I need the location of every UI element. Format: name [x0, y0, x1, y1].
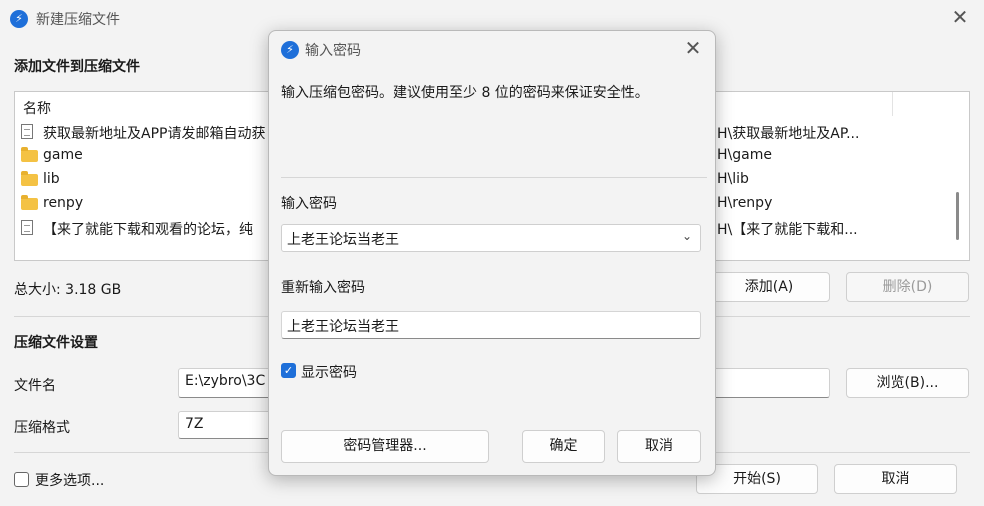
column-divider[interactable]	[892, 92, 893, 116]
password-dialog: ⚡ 输入密码 ✕ 输入压缩包密码。建议使用至少 8 位的密码来保证安全性。 输入…	[268, 30, 716, 476]
main-window-title: 新建压缩文件	[36, 12, 120, 28]
add-files-section-title: 添加文件到压缩文件	[14, 59, 140, 75]
list-item-path: H\lib	[717, 171, 749, 187]
chevron-down-icon[interactable]: ⌄	[682, 229, 692, 243]
list-item-name: 【来了就能下载和观看的论坛，纯	[43, 222, 253, 238]
folder-icon	[21, 171, 38, 186]
add-button[interactable]: 添加(A)	[708, 272, 830, 302]
list-item-name: lib	[43, 171, 60, 187]
reenter-password-label: 重新输入密码	[281, 280, 365, 296]
app-logo-icon: ⚡	[10, 10, 28, 28]
password-label: 输入密码	[281, 196, 337, 212]
list-scrollbar[interactable]	[956, 192, 959, 240]
password-manager-button[interactable]: 密码管理器...	[281, 430, 489, 463]
more-options-label: 更多选项...	[35, 473, 105, 489]
show-password-checkbox[interactable]: ✓	[281, 363, 296, 378]
list-item-name: 获取最新地址及APP请发邮箱自动获	[43, 126, 266, 142]
list-item-path: H\renpy	[717, 195, 773, 211]
delete-button[interactable]: 删除(D)	[846, 272, 969, 302]
column-header-name[interactable]: 名称	[23, 98, 51, 118]
reenter-password-field[interactable]: 上老王论坛当老王	[281, 311, 701, 339]
dialog-logo-icon: ⚡	[281, 41, 299, 59]
more-options-checkbox[interactable]	[14, 472, 29, 487]
password-value: 上老王论坛当老王	[287, 232, 399, 248]
browse-button[interactable]: 浏览(B)...	[846, 368, 969, 398]
file-icon	[21, 124, 33, 139]
show-password-label: 显示密码	[301, 365, 357, 381]
list-item-name: game	[43, 147, 83, 163]
folder-icon	[21, 147, 38, 162]
ok-button[interactable]: 确定	[522, 430, 605, 463]
dialog-close-icon[interactable]: ✕	[683, 38, 703, 58]
file-icon	[21, 220, 33, 235]
list-item-name: renpy	[43, 195, 84, 211]
list-item-path: H\game	[717, 147, 772, 163]
main-cancel-button[interactable]: 取消	[834, 464, 957, 494]
format-label: 压缩格式	[14, 420, 70, 436]
dialog-cancel-button[interactable]: 取消	[617, 430, 701, 463]
dialog-divider	[281, 177, 707, 178]
list-item-path: H\获取最新地址及AP...	[717, 126, 860, 142]
dialog-title: 输入密码	[305, 43, 361, 59]
main-close-icon[interactable]: ✕	[950, 7, 970, 27]
archive-settings-title: 压缩文件设置	[14, 335, 98, 351]
filename-label: 文件名	[14, 378, 56, 394]
password-combo[interactable]: 上老王论坛当老王 ⌄	[281, 224, 701, 252]
total-size-text: 总大小: 3.18 GB	[14, 282, 122, 298]
list-item-path: H\【来了就能下载和...	[717, 222, 858, 238]
folder-icon	[21, 195, 38, 210]
password-hint: 输入压缩包密码。建议使用至少 8 位的密码来保证安全性。	[281, 85, 649, 101]
